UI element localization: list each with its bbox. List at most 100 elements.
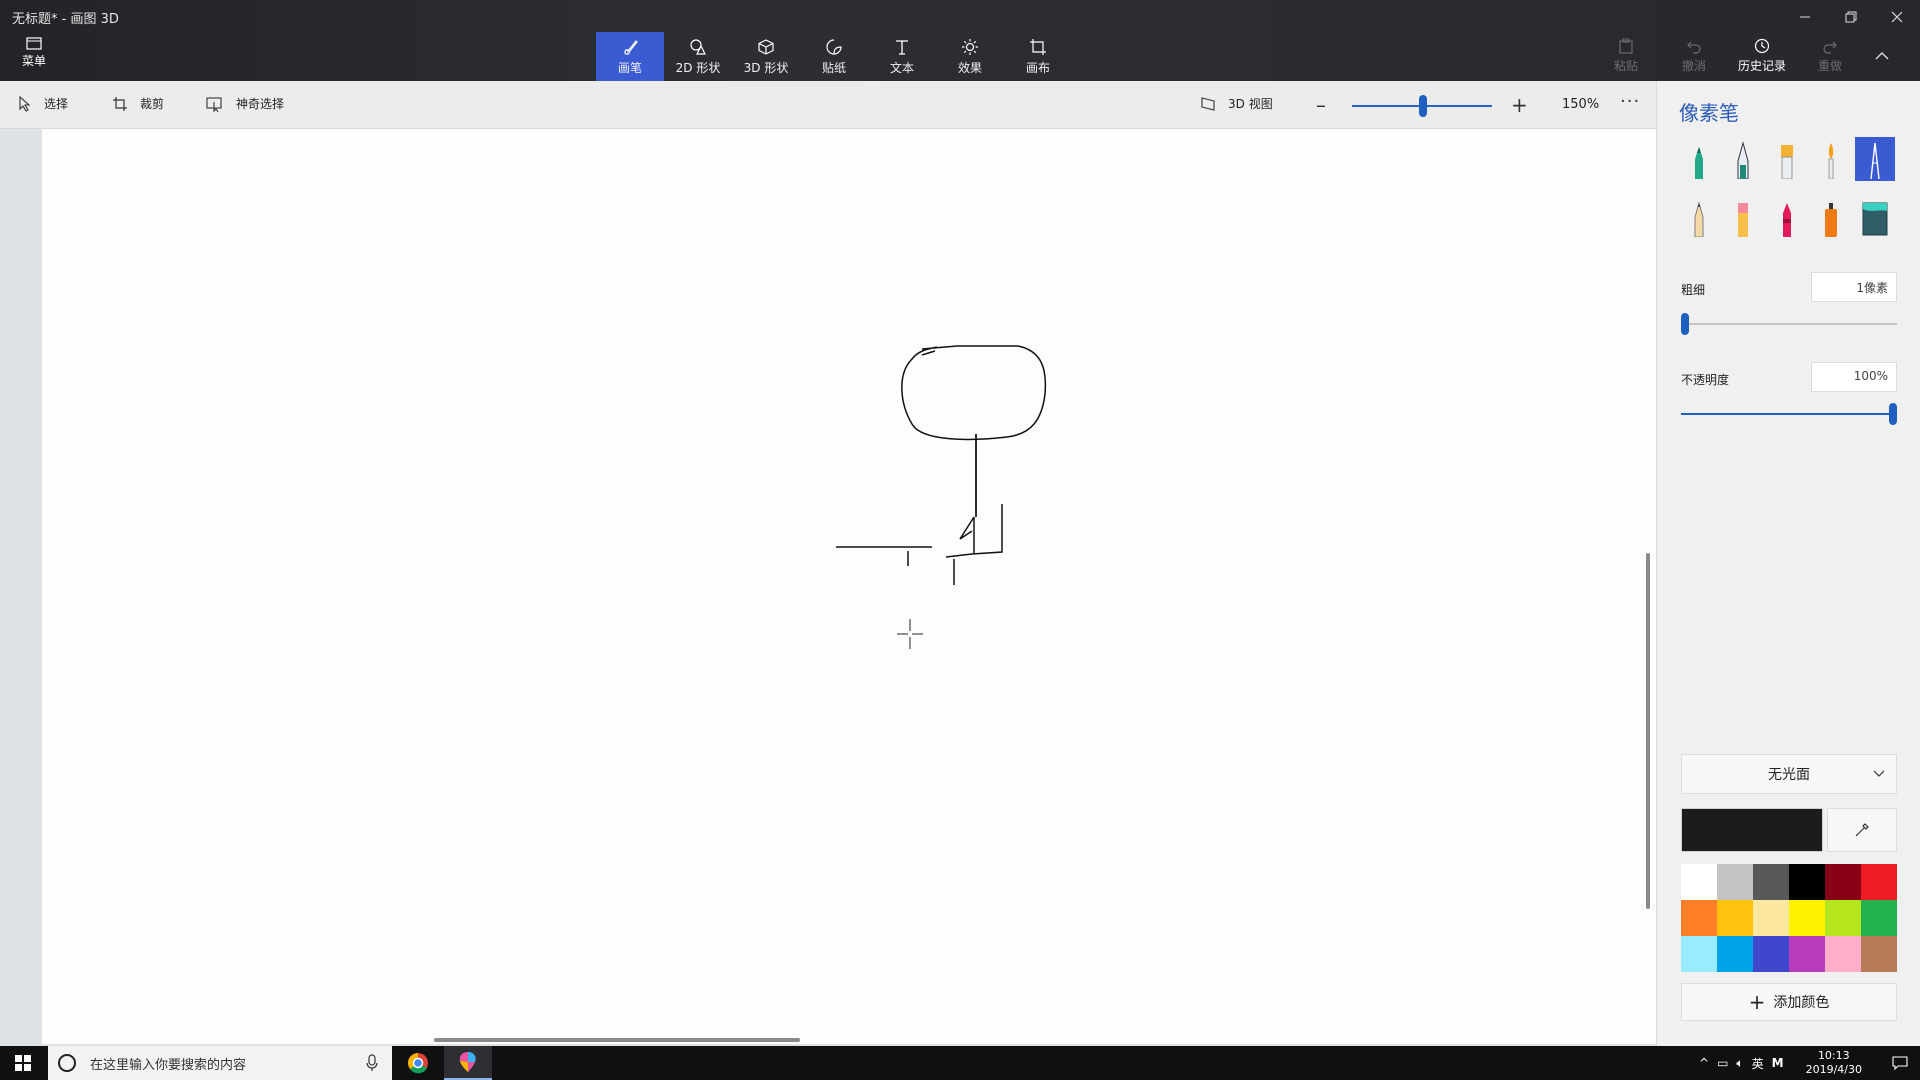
thickness-input[interactable]: 1像素 bbox=[1811, 272, 1897, 302]
microphone-icon bbox=[366, 1054, 378, 1071]
view-3d-toggle[interactable]: 3D 视图 bbox=[1200, 95, 1273, 112]
color-swatch[interactable] bbox=[1825, 864, 1861, 900]
thickness-slider-track[interactable] bbox=[1681, 323, 1897, 325]
menu-button[interactable]: 菜单 bbox=[14, 36, 54, 76]
color-swatch[interactable] bbox=[1681, 864, 1717, 900]
tool-stickers[interactable]: 贴纸 bbox=[800, 32, 868, 81]
color-swatch[interactable] bbox=[1681, 936, 1717, 972]
color-swatch[interactable] bbox=[1681, 900, 1717, 936]
brush-watercolor[interactable] bbox=[1811, 137, 1851, 181]
undo-button[interactable]: 撤消 bbox=[1660, 34, 1728, 78]
action-center-button[interactable] bbox=[1880, 1056, 1920, 1070]
restore-button[interactable] bbox=[1828, 4, 1874, 30]
brush-crayon[interactable] bbox=[1767, 195, 1807, 239]
paste-button[interactable]: 粘贴 bbox=[1592, 34, 1660, 78]
clock[interactable]: 10:13 2019/4/30 bbox=[1802, 1049, 1866, 1077]
taskbar-search[interactable]: 在这里输入你要搜索的内容 bbox=[48, 1046, 392, 1080]
finish-dropdown[interactable]: 无光面 bbox=[1681, 754, 1897, 794]
panel-title: 像素笔 bbox=[1679, 101, 1739, 125]
brush-eraser[interactable] bbox=[1723, 195, 1763, 239]
volume-icon[interactable]: 🔈︎ bbox=[1736, 1056, 1743, 1071]
chevron-down-icon bbox=[1873, 770, 1885, 777]
ime-indicator[interactable]: 英 bbox=[1752, 1055, 1764, 1072]
tool-effects[interactable]: 效果 bbox=[936, 32, 1004, 81]
windows-icon bbox=[15, 1055, 31, 1071]
more-options-button[interactable]: ··· bbox=[1620, 91, 1640, 112]
tray-chevron-up-icon[interactable]: ^ bbox=[1699, 1056, 1709, 1070]
chrome-icon bbox=[408, 1053, 428, 1074]
tool-label: 画笔 bbox=[617, 60, 642, 75]
add-color-button[interactable]: + 添加颜色 bbox=[1681, 983, 1897, 1021]
view-3d-icon bbox=[1201, 96, 1215, 111]
color-swatch[interactable] bbox=[1825, 900, 1861, 936]
history-button[interactable]: 历史记录 bbox=[1728, 34, 1796, 78]
select-button[interactable]: 选择 bbox=[18, 95, 68, 112]
zoom-out-button[interactable]: – bbox=[1316, 93, 1326, 117]
brush-fill[interactable] bbox=[1855, 195, 1895, 239]
opacity-input[interactable]: 100% bbox=[1811, 362, 1897, 392]
paint-3d-icon bbox=[459, 1052, 476, 1072]
color-swatch[interactable] bbox=[1753, 900, 1789, 936]
brush-icon bbox=[624, 39, 638, 55]
color-swatch[interactable] bbox=[1789, 936, 1825, 972]
close-button[interactable] bbox=[1874, 4, 1920, 30]
thickness-slider-thumb[interactable] bbox=[1681, 313, 1689, 335]
color-swatch[interactable] bbox=[1861, 900, 1897, 936]
marker-icon bbox=[1695, 147, 1703, 179]
zoom-slider-thumb[interactable] bbox=[1419, 95, 1427, 117]
network-icon[interactable]: ▭ bbox=[1717, 1056, 1728, 1070]
crop-button[interactable]: 裁剪 bbox=[112, 95, 164, 112]
color-swatch[interactable] bbox=[1717, 900, 1753, 936]
paste-icon bbox=[1619, 38, 1633, 54]
tool-canvas[interactable]: 画布 bbox=[1004, 32, 1072, 81]
plus-icon: + bbox=[1748, 990, 1766, 1014]
brush-pixel-pen[interactable] bbox=[1855, 137, 1895, 181]
taskbar-chrome[interactable] bbox=[394, 1046, 442, 1080]
tool-label: 贴纸 bbox=[821, 60, 846, 75]
brush-spray[interactable] bbox=[1811, 195, 1851, 239]
collapse-ribbon-button[interactable] bbox=[1864, 34, 1900, 78]
horizontal-scrollbar[interactable] bbox=[434, 1038, 800, 1042]
magic-select-button[interactable]: 神奇选择 bbox=[206, 95, 284, 112]
minimize-button[interactable] bbox=[1782, 4, 1828, 30]
brush-marker[interactable] bbox=[1679, 137, 1719, 181]
color-swatch[interactable] bbox=[1861, 864, 1897, 900]
current-color-swatch[interactable] bbox=[1681, 808, 1823, 852]
tool-label: 2D 形状 bbox=[675, 60, 721, 75]
color-swatch[interactable] bbox=[1717, 936, 1753, 972]
brush-calligraphy[interactable] bbox=[1723, 137, 1763, 181]
color-swatch[interactable] bbox=[1861, 936, 1897, 972]
vertical-scrollbar[interactable] bbox=[1646, 553, 1650, 909]
watercolor-icon bbox=[1828, 143, 1834, 179]
paste-label: 粘贴 bbox=[1613, 59, 1638, 73]
color-swatch[interactable] bbox=[1753, 864, 1789, 900]
history-icon bbox=[1754, 38, 1770, 54]
opacity-slider-thumb[interactable] bbox=[1889, 403, 1897, 425]
ime-mode-icon[interactable]: M bbox=[1772, 1056, 1784, 1070]
drawing-canvas[interactable] bbox=[42, 129, 1656, 1044]
eyedropper-button[interactable] bbox=[1827, 808, 1897, 852]
finish-value: 无光面 bbox=[1768, 767, 1810, 783]
color-swatch[interactable] bbox=[1825, 936, 1861, 972]
magic-select-label: 神奇选择 bbox=[236, 97, 285, 111]
tool-brushes[interactable]: 画笔 bbox=[596, 32, 664, 81]
select-label: 选择 bbox=[44, 97, 69, 111]
color-swatch[interactable] bbox=[1753, 936, 1789, 972]
start-button[interactable] bbox=[0, 1046, 46, 1080]
color-swatch[interactable] bbox=[1789, 900, 1825, 936]
cortana-icon bbox=[58, 1054, 76, 1072]
zoom-value: 150% bbox=[1562, 97, 1600, 112]
eraser-icon bbox=[1738, 203, 1748, 237]
tool-2d-shapes[interactable]: 2D 形状 bbox=[664, 32, 732, 81]
opacity-slider-track[interactable] bbox=[1681, 413, 1897, 415]
brush-oil[interactable] bbox=[1767, 137, 1807, 181]
redo-button[interactable]: 重做 bbox=[1796, 34, 1864, 78]
tool-text[interactable]: 文本 bbox=[868, 32, 936, 81]
color-swatch[interactable] bbox=[1717, 864, 1753, 900]
color-swatch[interactable] bbox=[1789, 864, 1825, 900]
taskbar-paint-3d[interactable] bbox=[444, 1046, 492, 1080]
brush-panel: 像素笔 粗细 1像素 不透明度 100% 无光面 + 添加颜色 bbox=[1656, 81, 1920, 1046]
tool-3d-shapes[interactable]: 3D 形状 bbox=[732, 32, 800, 81]
zoom-in-button[interactable]: + bbox=[1511, 93, 1528, 117]
brush-pencil[interactable] bbox=[1679, 195, 1719, 239]
